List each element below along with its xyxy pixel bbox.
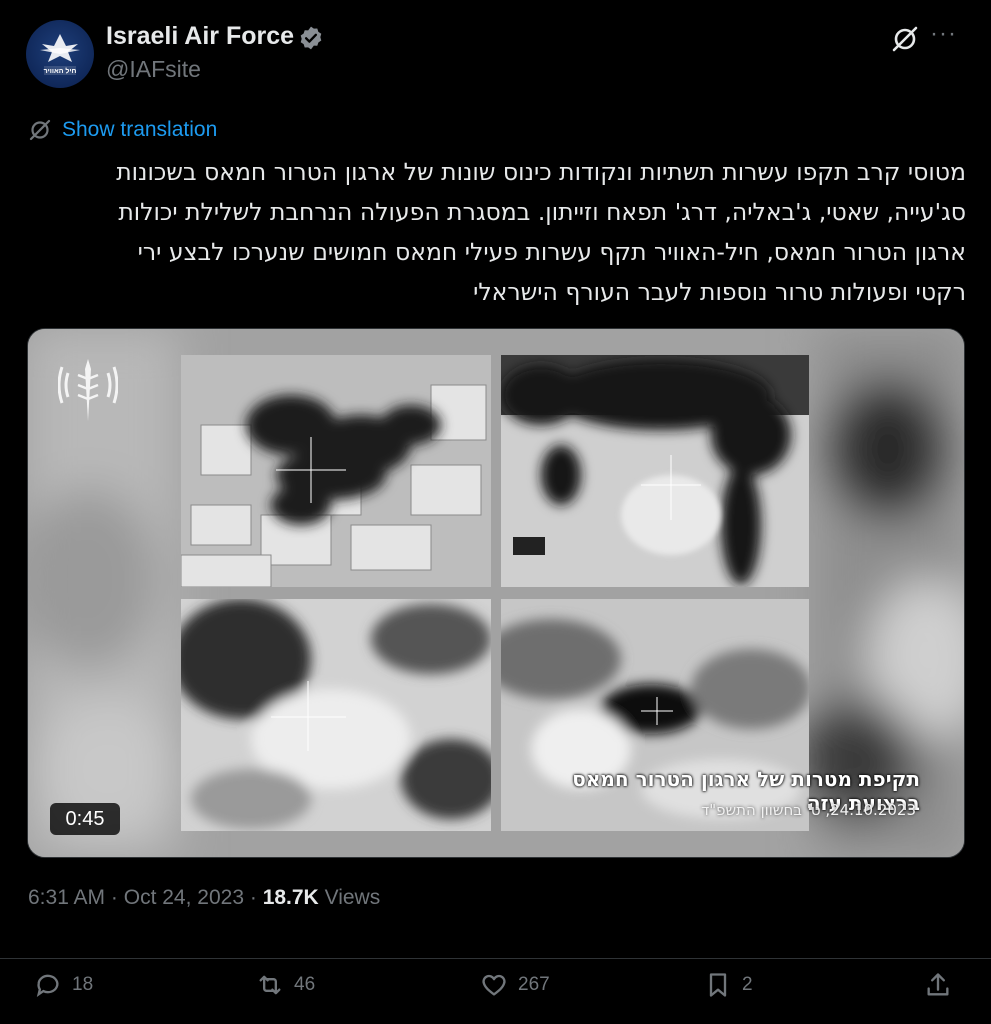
iaf-watermark-icon — [58, 359, 118, 421]
show-translation[interactable]: Show translation — [28, 116, 217, 144]
tweet-actions-bar: 18 46 267 2 — [0, 958, 991, 1011]
video-duration-badge: 0:45 — [50, 803, 120, 835]
bookmark-icon — [709, 973, 727, 997]
video-date: 24.10.2023, ט' בחשוון התשפ"ד — [701, 801, 916, 819]
tweet-date[interactable]: Oct 24, 2023 — [124, 886, 244, 909]
user-handle[interactable]: @IAFsite — [106, 56, 201, 83]
share-icon — [927, 973, 949, 996]
like-button[interactable]: 267 — [480, 969, 550, 1001]
translate-icon — [29, 119, 51, 141]
tweet-line: רקטי ופעולות טרור נוספות לעבר העורף הישר… — [473, 278, 966, 306]
like-count: 267 — [518, 974, 550, 995]
repost-count: 46 — [294, 974, 316, 995]
tweet-line: סג'עייה, שאטי, ג'באליה, דרג' תפאח וזייתו… — [118, 198, 966, 226]
tweet-line: ארגון הטרור חמאס, חיל-האוויר תקף עשרות פ… — [137, 238, 966, 266]
meta-separator: · — [110, 886, 118, 909]
reply-count: 18 — [72, 974, 94, 995]
views-label: Views — [324, 886, 381, 909]
iaf-emblem-icon — [40, 34, 80, 75]
video-panel-top-left — [181, 355, 491, 587]
grok-icon[interactable] — [890, 24, 920, 54]
reply-button[interactable]: 18 — [34, 969, 93, 1001]
tweet-header: חיל האוויר Israeli Air Force @IAFsite ··… — [0, 0, 991, 110]
tweet-time[interactable]: 6:31 AM — [28, 886, 105, 909]
video-panel-top-right — [501, 355, 809, 587]
tweet-meta: 6:31 AM · Oct 24, 2023 · 18.7K Views — [28, 886, 380, 910]
reply-icon — [36, 974, 59, 998]
display-name[interactable]: Israeli Air Force — [106, 22, 294, 51]
video-panel-bottom-left — [181, 599, 491, 831]
repost-icon — [259, 975, 281, 995]
video-player[interactable]: תקיפת מטרות של ארגון הטרור חמאס ברצועת ע… — [27, 328, 965, 858]
show-translation-label: Show translation — [62, 118, 218, 141]
avatar-label: חיל האוויר — [43, 68, 77, 75]
like-icon — [482, 974, 506, 996]
repost-button[interactable]: 46 — [256, 969, 315, 1001]
avatar[interactable]: חיל האוויר — [26, 20, 94, 88]
tweet-line: מטוסי קרב תקפו עשרות תשתיות ונקודות כינו… — [116, 158, 966, 186]
tweet-text: מטוסי קרב תקפו עשרות תשתיות ונקודות כינו… — [28, 152, 966, 312]
bookmark-button[interactable]: 2 — [704, 969, 753, 1001]
meta-separator: · — [249, 886, 257, 909]
share-button[interactable] — [924, 969, 952, 1001]
verified-icon — [300, 26, 322, 50]
views-count: 18.7K — [262, 886, 319, 909]
more-icon[interactable]: ··· — [930, 20, 957, 48]
bookmark-count: 2 — [742, 974, 753, 995]
